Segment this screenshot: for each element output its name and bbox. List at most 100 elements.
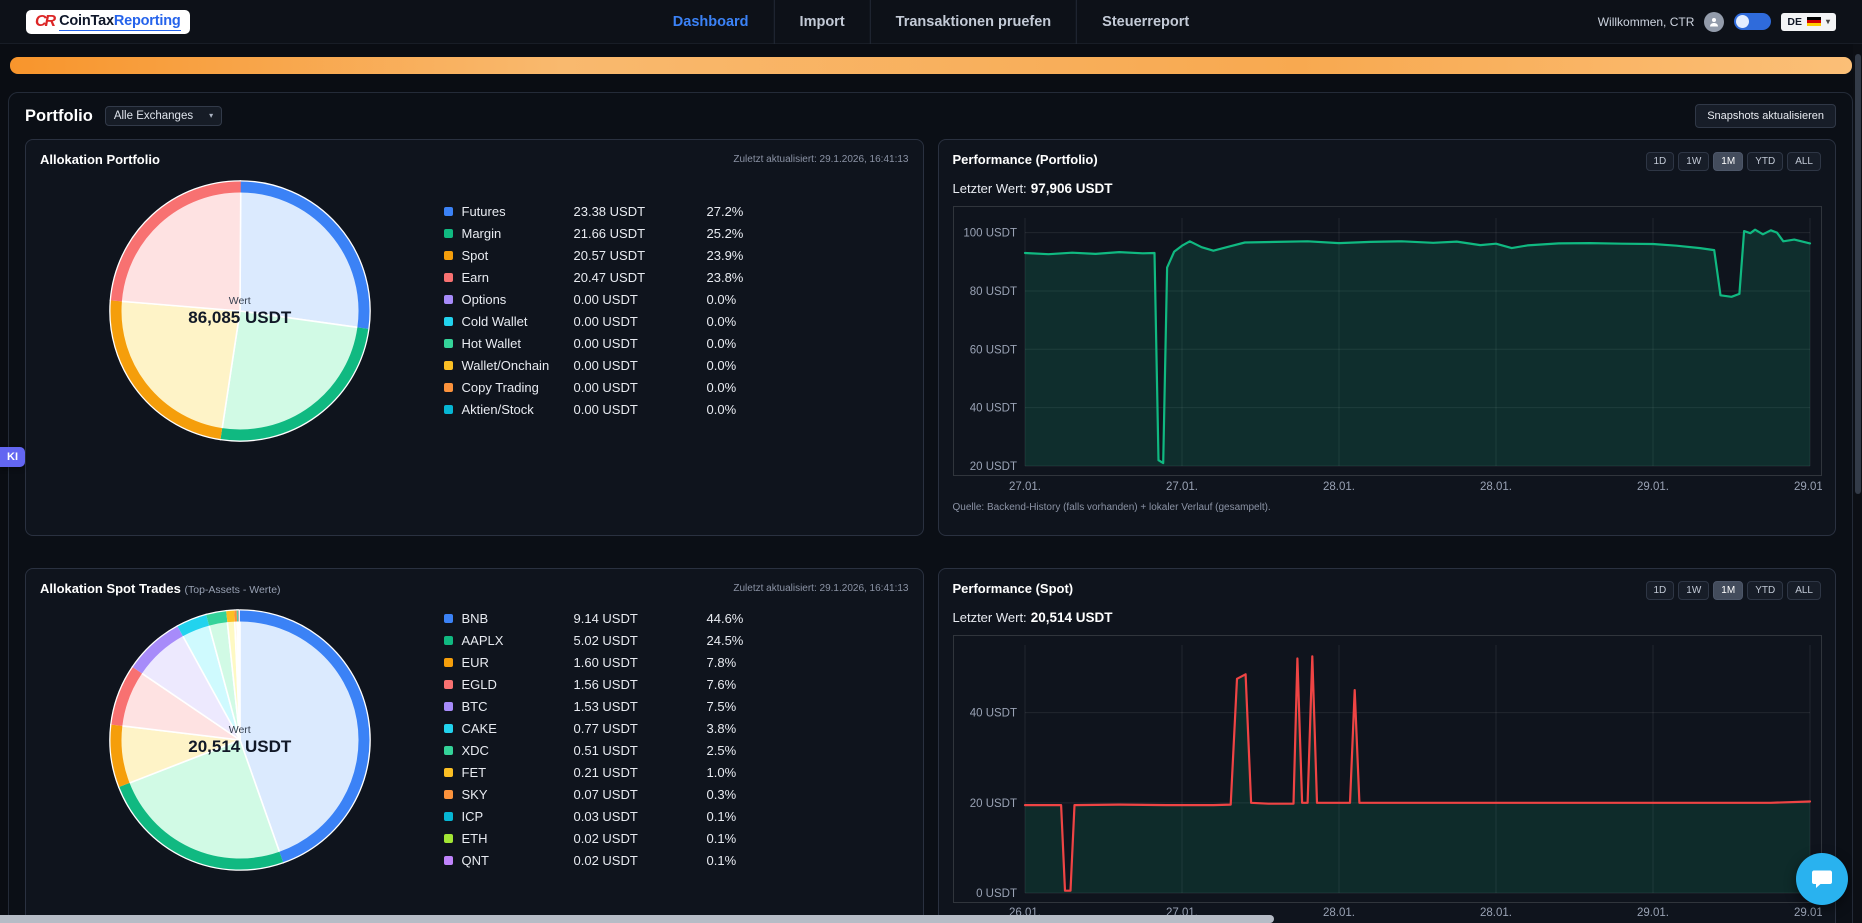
legend-pct: 24.5% [707,633,744,648]
portfolio-allocation-pie-chart[interactable] [108,179,372,443]
legend-swatch [444,383,453,392]
logo-text-secondary: Reporting [114,13,181,29]
range-1d-button[interactable]: 1D [1646,152,1675,171]
nav-item-import[interactable]: Import [774,0,870,44]
panel-allocation-spot: Allokation Spot Trades (Top-Assets - Wer… [25,568,924,923]
legend-label: XDC [462,743,574,758]
legend-item[interactable]: Cold Wallet0.00 USDT0.0% [444,310,909,332]
legend-item[interactable]: BTC1.53 USDT7.5% [444,695,909,717]
vertical-scrollbar[interactable] [1853,44,1862,923]
legend-value: 0.00 USDT [574,314,707,329]
last-value: 20,514 USDT [1031,610,1113,625]
toggle-knob [1736,15,1749,28]
user-avatar-icon[interactable] [1704,12,1724,32]
spot-performance-line-chart[interactable]: 40 USDT20 USDT0 USDT26.01.27.01.28.01.28… [953,635,1822,923]
range-1d-button[interactable]: 1D [1646,581,1675,600]
app-root: CR CoinTaxReporting Dashboard Import Tra… [0,0,1862,923]
legend-label: Margin [462,226,574,241]
last-value-label: Letzter Wert: [953,181,1027,196]
legend-pct: 0.1% [707,853,737,868]
vertical-scrollbar-thumb[interactable] [1855,54,1861,494]
legend-item[interactable]: Spot20.57 USDT23.9% [444,244,909,266]
legend-pct: 23.9% [707,248,744,263]
legend-value: 0.02 USDT [574,831,707,846]
range-all-button[interactable]: ALL [1787,581,1821,600]
panel-performance-spot: Performance (Spot) 1D 1W 1M YTD ALL Letz… [938,568,1837,923]
legend-item[interactable]: EGLD1.56 USDT7.6% [444,673,909,695]
legend-swatch [444,614,453,623]
panel-allocation-portfolio: Allokation Portfolio Zuletzt aktualisier… [25,139,924,536]
legend-label: Options [462,292,574,307]
dashboard-container: Portfolio Alle Exchanges ▾ Snapshots akt… [8,92,1853,923]
legend-label: QNT [462,853,574,868]
panel-title-text: Allokation Spot Trades [40,581,181,596]
legend-label: SKY [462,787,574,802]
last-updated-text: Zuletzt aktualisiert: 29.1.2026, 16:41:1… [733,583,908,594]
range-all-button[interactable]: ALL [1787,152,1821,171]
range-1w-button[interactable]: 1W [1678,581,1709,600]
legend-label: Hot Wallet [462,336,574,351]
legend-item[interactable]: BNB9.14 USDT44.6% [444,607,909,629]
svg-text:20 USDT: 20 USDT [969,461,1016,473]
svg-text:20 USDT: 20 USDT [969,798,1016,810]
legend-item[interactable]: Margin21.66 USDT25.2% [444,222,909,244]
legend-item[interactable]: Earn20.47 USDT23.8% [444,266,909,288]
navbar-right: Willkommen, CTR DE ▾ [1598,12,1836,32]
legend-value: 0.03 USDT [574,809,707,824]
page-title: Portfolio [25,107,93,126]
legend-value: 1.53 USDT [574,699,707,714]
horizontal-scrollbar-thumb[interactable] [0,915,1274,923]
legend-item[interactable]: QNT0.02 USDT0.1% [444,849,909,871]
range-1m-button[interactable]: 1M [1713,581,1743,600]
theme-toggle[interactable] [1734,13,1771,30]
panel-header: Performance (Portfolio) 1D 1W 1M YTD ALL [953,152,1822,171]
spot-allocation-pie-chart[interactable] [108,608,372,872]
horizontal-scrollbar[interactable] [0,915,1853,923]
nav-item-steuerreport[interactable]: Steuerreport [1076,0,1214,44]
range-buttons: 1D 1W 1M YTD ALL [1646,581,1822,600]
range-1m-button[interactable]: 1M [1713,152,1743,171]
range-buttons: 1D 1W 1M YTD ALL [1646,152,1822,171]
allocation-body: Wert 86,085 USDT Futures23.38 USDT27.2%M… [40,171,909,443]
legend-item[interactable]: SKY0.07 USDT0.3% [444,783,909,805]
legend-item[interactable]: Options0.00 USDT0.0% [444,288,909,310]
legend-item[interactable]: FET0.21 USDT1.0% [444,761,909,783]
legend-item[interactable]: Copy Trading0.00 USDT0.0% [444,376,909,398]
portfolio-performance-line-chart[interactable]: 100 USDT80 USDT60 USDT40 USDT20 USDT27.0… [953,206,1822,498]
range-ytd-button[interactable]: YTD [1747,581,1783,600]
legend-value: 0.00 USDT [574,380,707,395]
legend-item[interactable]: CAKE0.77 USDT3.8% [444,717,909,739]
legend-item[interactable]: Aktien/Stock0.00 USDT0.0% [444,398,909,420]
legend-item[interactable]: ICP0.03 USDT0.1% [444,805,909,827]
legend-value: 5.02 USDT [574,633,707,648]
legend-item[interactable]: AAPLX5.02 USDT24.5% [444,629,909,651]
legend-item[interactable]: ETH0.02 USDT0.1% [444,827,909,849]
legend-label: Aktien/Stock [462,402,574,417]
legend-swatch [444,273,453,282]
legend-item[interactable]: Hot Wallet0.00 USDT0.0% [444,332,909,354]
snapshots-refresh-button[interactable]: Snapshots aktualisieren [1695,104,1836,128]
exchange-filter-select[interactable]: Alle Exchanges ▾ [105,106,222,126]
nav-item-dashboard[interactable]: Dashboard [648,0,774,44]
app-logo[interactable]: CR CoinTaxReporting [26,10,190,34]
legend-item[interactable]: Futures23.38 USDT27.2% [444,200,909,222]
language-code: DE [1787,16,1802,28]
legend-item[interactable]: EUR1.60 USDT7.8% [444,651,909,673]
legend-value: 1.60 USDT [574,655,707,670]
legend-item[interactable]: XDC0.51 USDT2.5% [444,739,909,761]
ki-badge[interactable]: KI [0,447,25,467]
chat-button[interactable] [1796,853,1848,905]
last-value: 97,906 USDT [1031,181,1113,196]
legend-item[interactable]: Wallet/Onchain0.00 USDT0.0% [444,354,909,376]
chevron-down-icon: ▾ [1826,18,1830,26]
language-select[interactable]: DE ▾ [1781,13,1836,31]
legend-value: 23.38 USDT [574,204,707,219]
legend-swatch [444,790,453,799]
legend-swatch [444,680,453,689]
nav-item-transaktionen-pruefen[interactable]: Transaktionen pruefen [870,0,1077,44]
range-1w-button[interactable]: 1W [1678,152,1709,171]
legend-swatch [444,251,453,260]
range-ytd-button[interactable]: YTD [1747,152,1783,171]
panel-performance-portfolio: Performance (Portfolio) 1D 1W 1M YTD ALL… [938,139,1837,536]
panel-header: Allokation Spot Trades (Top-Assets - Wer… [40,581,909,596]
